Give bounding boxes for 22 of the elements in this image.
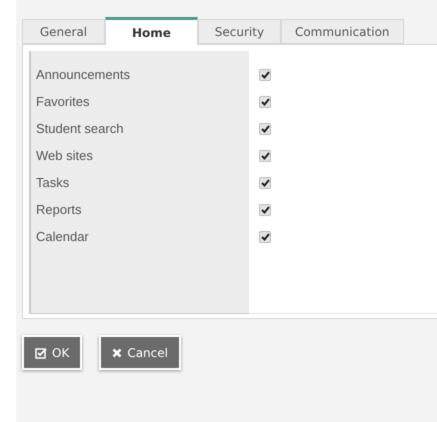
checkbox[interactable]	[259, 96, 271, 108]
option-label: Reports	[36, 200, 82, 219]
tab[interactable]: Communication	[280, 19, 404, 44]
checkbox-icon	[35, 346, 47, 358]
tab[interactable]: General	[22, 19, 105, 44]
checkbox[interactable]	[259, 122, 271, 134]
tab[interactable]: Security	[198, 19, 281, 44]
checkbox[interactable]	[259, 230, 271, 242]
ok-button[interactable]: OK	[22, 335, 82, 370]
checkbox[interactable]	[259, 176, 271, 188]
checkbox[interactable]	[259, 150, 271, 162]
option-label: Announcements	[36, 66, 130, 84]
tab[interactable]: Home	[105, 17, 198, 45]
option-label: Calendar	[36, 228, 89, 246]
option-label: Web sites	[36, 146, 93, 165]
option-label: Favorites	[36, 92, 90, 111]
checkbox[interactable]	[259, 204, 271, 216]
option-label: Tasks	[36, 174, 70, 192]
checkbox[interactable]	[259, 68, 271, 80]
cancel-button[interactable]: Cancel	[99, 335, 181, 370]
option-label: Student search	[36, 120, 124, 138]
close-icon	[112, 348, 122, 358]
